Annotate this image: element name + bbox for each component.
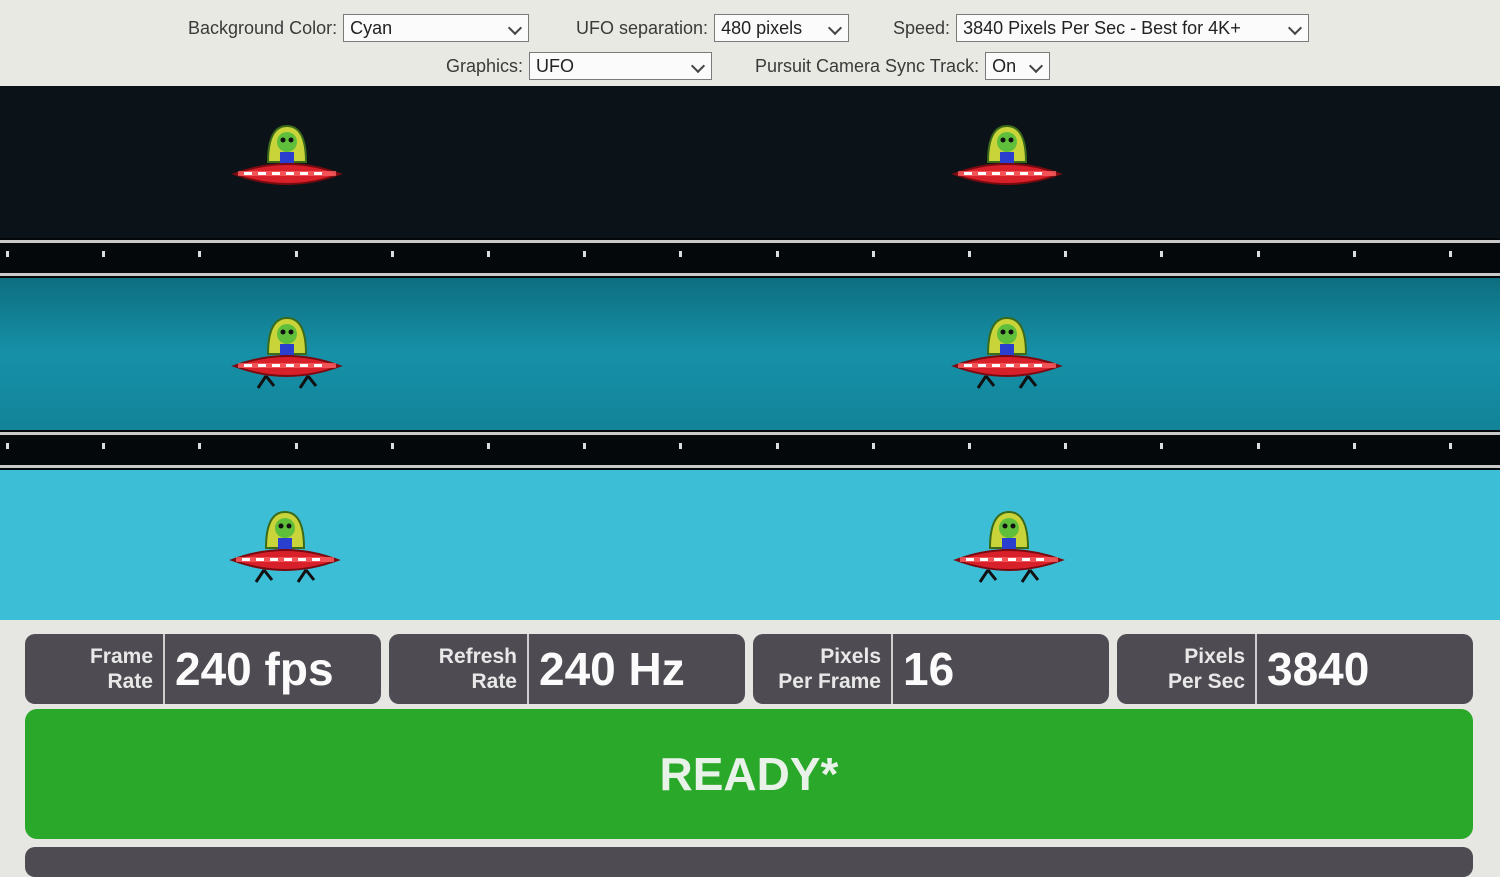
track-tick <box>1257 443 1260 449</box>
frame-rate-value: 240 fps <box>175 643 334 695</box>
ufo-separation-value: 480 pixels <box>721 18 803 38</box>
ufo-icon <box>944 502 1074 592</box>
background-color-control: Background Color: Cyan <box>188 14 530 42</box>
chevron-down-icon <box>827 20 843 36</box>
lane-cyan <box>0 470 1500 620</box>
chevron-down-icon <box>690 58 706 74</box>
track-tick <box>583 251 586 257</box>
refresh-rate-stat: Refresh Rate 240 Hz <box>389 634 745 704</box>
track-tick <box>583 443 586 449</box>
speed-value: 3840 Pixels Per Sec - Best for 4K+ <box>963 18 1241 38</box>
chevron-down-icon <box>508 20 523 36</box>
track-tick <box>391 443 394 449</box>
graphics-label: Graphics: <box>446 55 524 76</box>
frame-rate-key: Frame Rate <box>25 634 165 704</box>
track-tick <box>487 443 490 449</box>
frame-rate-stat: Frame Rate 240 fps <box>25 634 381 704</box>
lane-dark <box>0 86 1500 238</box>
pixels-per-frame-stat: Pixels Per Frame 16 <box>753 634 1109 704</box>
track-tick <box>776 251 779 257</box>
track-tick <box>1353 251 1356 257</box>
pixels-per-sec-key-line1: Pixels <box>1184 645 1245 668</box>
ufo-icon <box>942 308 1072 398</box>
track-tick <box>391 251 394 257</box>
frame-rate-key-line1: Frame <box>89 645 153 668</box>
status-banner: READY* <box>25 709 1473 839</box>
track-tick <box>1160 443 1163 449</box>
track-tick <box>1449 251 1452 257</box>
graphics-value: UFO <box>536 56 575 76</box>
ufo-separation-label: UFO separation: <box>576 17 709 38</box>
graphics-control: Graphics: UFO <box>446 52 713 80</box>
frame-rate-key-line2: Rate <box>107 670 153 693</box>
share-bar <box>25 847 1473 877</box>
speed-label: Speed: <box>893 17 951 38</box>
track-tick <box>1160 251 1163 257</box>
settings-panel: Background Color: Cyan UFO separation: 4… <box>0 0 1500 86</box>
background-color-select[interactable]: Cyan <box>343 14 530 42</box>
pursuit-camera-label: Pursuit Camera Sync Track: <box>755 55 980 76</box>
track-tick <box>1064 251 1067 257</box>
lane-teal <box>0 278 1500 430</box>
track-tick <box>872 443 875 449</box>
pixels-per-frame-value: 16 <box>903 643 955 695</box>
pixels-per-sec-stat: Pixels Per Sec 3840 <box>1117 634 1473 704</box>
track-tick <box>872 251 875 257</box>
refresh-rate-key: Refresh Rate <box>389 634 529 704</box>
track-tick <box>1064 443 1067 449</box>
track-tick <box>295 251 298 257</box>
track-tick <box>6 443 9 449</box>
track-tick <box>679 443 682 449</box>
pixels-per-frame-key-line2: Per Frame <box>778 670 881 693</box>
track-tick <box>1353 443 1356 449</box>
ufo-icon <box>220 502 350 592</box>
track-tick <box>1257 251 1260 257</box>
pursuit-camera-value: On <box>992 56 1017 76</box>
pixels-per-frame-key-line1: Pixels <box>820 645 881 668</box>
track-tick <box>1449 443 1452 449</box>
ufo-icon <box>222 116 352 206</box>
track-tick <box>102 251 105 257</box>
sync-track-1 <box>0 238 1500 278</box>
background-color-label: Background Color: <box>188 17 338 38</box>
pursuit-camera-control: Pursuit Camera Sync Track: On <box>755 52 1051 80</box>
speed-control: Speed: 3840 Pixels Per Sec - Best for 4K… <box>893 14 1310 42</box>
speed-select[interactable]: 3840 Pixels Per Sec - Best for 4K+ <box>956 14 1310 42</box>
ufo-icon <box>222 308 352 398</box>
pursuit-camera-select[interactable]: On <box>985 52 1051 80</box>
refresh-rate-value: 240 Hz <box>539 643 685 695</box>
ufo-separation-control: UFO separation: 480 pixels <box>576 14 850 42</box>
pixels-per-frame-key: Pixels Per Frame <box>753 634 893 704</box>
ufo-separation-select[interactable]: 480 pixels <box>714 14 850 42</box>
track-tick <box>487 251 490 257</box>
pixels-per-sec-key-line2: Per Sec <box>1167 670 1245 693</box>
ufo-icon <box>942 116 1072 206</box>
refresh-rate-key-line1: Refresh <box>438 645 517 668</box>
track-tick <box>102 443 105 449</box>
track-tick <box>295 443 298 449</box>
refresh-rate-key-line2: Rate <box>471 670 517 693</box>
track-tick <box>198 443 201 449</box>
track-tick <box>968 443 971 449</box>
background-color-value: Cyan <box>350 18 393 38</box>
track-tick <box>198 251 201 257</box>
track-tick <box>6 251 9 257</box>
chevron-down-icon <box>1029 58 1044 74</box>
graphics-select[interactable]: UFO <box>529 52 713 80</box>
chevron-down-icon <box>1287 20 1303 36</box>
pixels-per-sec-value: 3840 <box>1267 643 1370 695</box>
sync-track-2 <box>0 430 1500 470</box>
pixels-per-sec-key: Pixels Per Sec <box>1117 634 1257 704</box>
track-tick <box>776 443 779 449</box>
track-tick <box>679 251 682 257</box>
track-tick <box>968 251 971 257</box>
